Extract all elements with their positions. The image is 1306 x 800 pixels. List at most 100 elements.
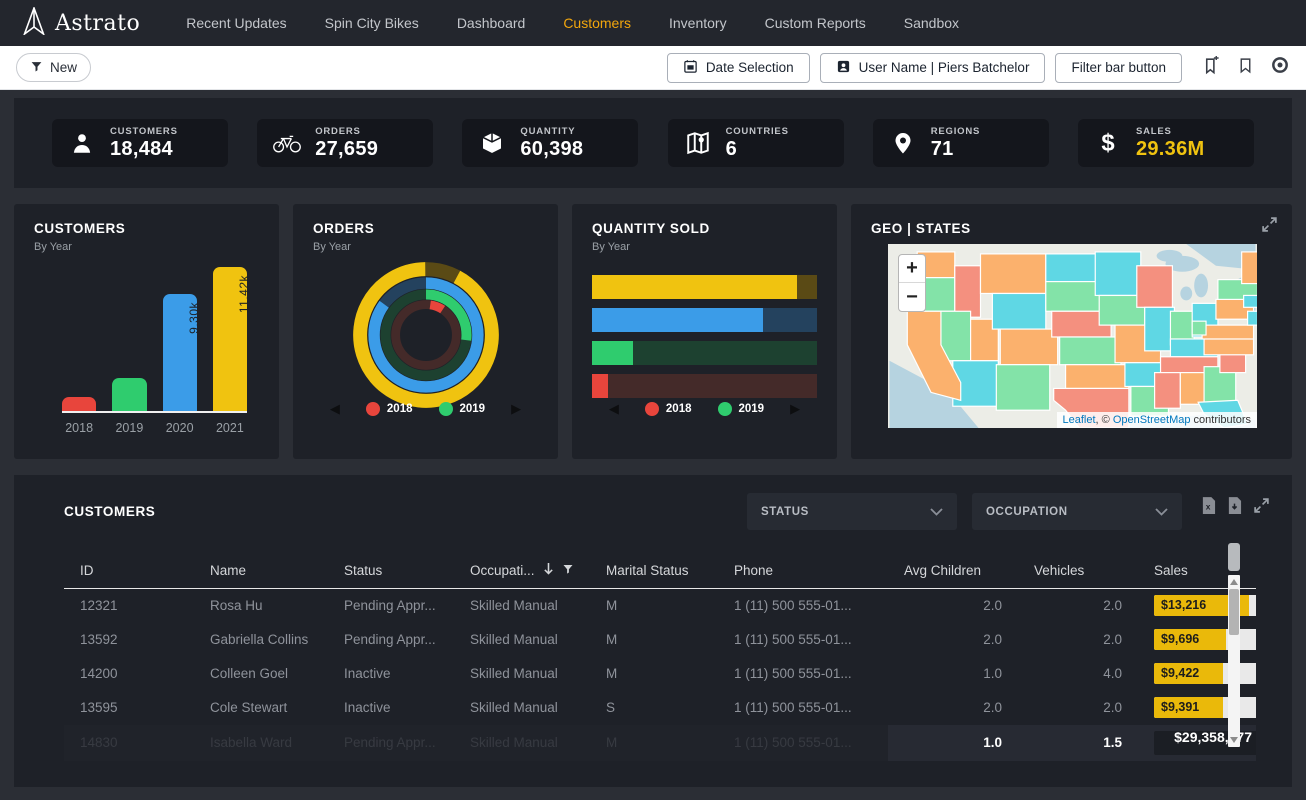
- nav-item-recent-updates[interactable]: Recent Updates: [186, 15, 286, 31]
- nav-item-custom-reports[interactable]: Custom Reports: [765, 15, 866, 31]
- new-filter-button[interactable]: New: [16, 53, 91, 82]
- filter-funnel-icon[interactable]: [562, 563, 574, 578]
- legend-item-2018[interactable]: 2018: [366, 402, 413, 416]
- scroll-down-arrow[interactable]: [1230, 737, 1238, 743]
- column-header-occupati-[interactable]: Occupati...: [454, 554, 590, 589]
- vertical-scrollbar[interactable]: [1228, 575, 1240, 747]
- leaflet-link[interactable]: Leaflet: [1063, 414, 1096, 426]
- legend-dot: [718, 402, 732, 416]
- qty-bar-fill-2019: [592, 341, 633, 365]
- nav-item-dashboard[interactable]: Dashboard: [457, 15, 526, 31]
- table-row[interactable]: 13592Gabriella CollinsPending Appr...Ski…: [64, 623, 1256, 657]
- kpi-label: QUANTITY: [520, 126, 583, 137]
- nav-item-spin-city-bikes[interactable]: Spin City Bikes: [325, 15, 419, 31]
- nav-item-customers[interactable]: Customers: [563, 15, 631, 31]
- legend-item-2019[interactable]: 2019: [718, 402, 765, 416]
- state-shape[interactable]: [1192, 321, 1206, 335]
- cell-vehicles: 2.0: [1018, 623, 1138, 657]
- state-shape[interactable]: [1095, 252, 1141, 296]
- date-selection-button[interactable]: Date Selection: [667, 53, 810, 83]
- legend-next-arrow[interactable]: ▶: [511, 401, 521, 417]
- nav-item-sandbox[interactable]: Sandbox: [904, 15, 959, 31]
- column-header-marital-status[interactable]: Marital Status: [590, 554, 718, 589]
- cell-occupation: Skilled Manual: [454, 589, 590, 623]
- kpi-card-orders: ORDERS27,659: [257, 119, 433, 167]
- kpi-label: ORDERS: [315, 126, 378, 137]
- state-shape[interactable]: [955, 266, 981, 317]
- legend-prev-arrow[interactable]: ◀: [330, 401, 340, 417]
- astrato-logo[interactable]: Astrato: [22, 7, 140, 40]
- top-nav: Astrato Recent Updates Spin City Bikes Das…: [0, 0, 1306, 46]
- status-dropdown[interactable]: STATUS: [747, 493, 957, 530]
- column-header-avg-children[interactable]: Avg Children: [888, 554, 1018, 589]
- expand-icon[interactable]: [1261, 216, 1278, 238]
- scrollbar-thumb[interactable]: [1229, 589, 1239, 635]
- occupation-dropdown[interactable]: OCCUPATION: [972, 493, 1182, 530]
- legend-item-2018[interactable]: 2018: [645, 402, 692, 416]
- eye-icon[interactable]: [1270, 55, 1290, 80]
- great-lake: [1194, 274, 1208, 298]
- bookmark-add-icon[interactable]: [1202, 56, 1221, 80]
- bookmark-icon[interactable]: [1237, 56, 1254, 80]
- chart-subtitle: By Year: [313, 241, 538, 253]
- column-header-vehicles[interactable]: Vehicles: [1018, 554, 1138, 589]
- cell-phone: 1 (11) 500 555-01...: [718, 589, 888, 623]
- x-tick-label: 2021: [213, 421, 247, 435]
- box-icon: [477, 130, 507, 156]
- nav-item-inventory[interactable]: Inventory: [669, 15, 727, 31]
- column-header-status[interactable]: Status: [328, 554, 454, 589]
- sales-value: $9,422: [1161, 663, 1199, 684]
- leaflet-map[interactable]: + − Leaflet, © OpenStreetMap contributor…: [888, 244, 1257, 428]
- state-shape[interactable]: [1046, 254, 1097, 282]
- zoom-in-button[interactable]: +: [899, 255, 925, 283]
- kpi-text: SALES29.36M: [1136, 126, 1205, 161]
- legend-next-arrow[interactable]: ▶: [790, 401, 800, 417]
- state-shape[interactable]: [1155, 373, 1181, 409]
- legend-dot: [645, 402, 659, 416]
- state-shape[interactable]: [1046, 282, 1101, 312]
- zoom-out-button[interactable]: −: [899, 283, 925, 311]
- state-shape[interactable]: [1066, 365, 1129, 389]
- kpi-band: CUSTOMERS18,484ORDERS27,659QUANTITY60,39…: [14, 98, 1292, 188]
- nav-items: Recent Updates Spin City Bikes Dashboard Cu…: [186, 15, 959, 31]
- column-header-id[interactable]: ID: [64, 554, 194, 589]
- state-shape[interactable]: [1060, 337, 1121, 365]
- user-name-button[interactable]: User Name | Piers Batchelor: [820, 53, 1046, 83]
- dollar-icon: $: [1093, 129, 1123, 157]
- state-shape[interactable]: [1242, 252, 1257, 284]
- state-shape[interactable]: [1180, 373, 1206, 405]
- column-header-content: Occupati...: [470, 562, 574, 578]
- state-shape[interactable]: [981, 254, 1046, 294]
- state-shape[interactable]: [992, 293, 1045, 329]
- cell-phone: 1 (11) 500 555-01...: [718, 691, 888, 725]
- cell-marital-status: M: [590, 589, 718, 623]
- customers-table-section: CUSTOMERS STATUS OCCUPATION x: [14, 475, 1292, 787]
- export-file-icon[interactable]: [1227, 497, 1242, 519]
- state-shape[interactable]: [996, 365, 1049, 411]
- sales-gauge: $9,696: [1154, 629, 1256, 650]
- export-excel-icon[interactable]: x: [1201, 497, 1216, 519]
- column-header-phone[interactable]: Phone: [718, 554, 888, 589]
- osm-link[interactable]: OpenStreetMap: [1113, 414, 1191, 426]
- map-zoom-control: + −: [898, 254, 926, 312]
- kpi-text: QUANTITY60,398: [520, 126, 583, 161]
- kpi-card-sales: $ SALES29.36M: [1078, 119, 1254, 167]
- expand-icon[interactable]: [1253, 497, 1270, 519]
- filter-bar-button[interactable]: Filter bar button: [1055, 53, 1182, 83]
- table-row[interactable]: 12321Rosa HuPending Appr...Skilled Manua…: [64, 589, 1256, 623]
- scroll-up-arrow[interactable]: [1230, 579, 1238, 585]
- column-header-name[interactable]: Name: [194, 554, 328, 589]
- table-row[interactable]: 14200Colleen GoelInactiveSkilled ManualM…: [64, 657, 1256, 691]
- state-shape[interactable]: [1248, 311, 1257, 325]
- legend-prev-arrow[interactable]: ◀: [609, 401, 619, 417]
- state-shape[interactable]: [1137, 266, 1173, 308]
- sort-desc-icon[interactable]: [543, 562, 554, 578]
- table-row[interactable]: 13595Cole StewartInactiveSkilled ManualS…: [64, 691, 1256, 725]
- state-shape[interactable]: [1000, 329, 1057, 365]
- state-shape[interactable]: [1220, 353, 1246, 373]
- state-shape[interactable]: [1202, 325, 1253, 339]
- state-shape[interactable]: [1244, 295, 1257, 307]
- legend-item-2019[interactable]: 2019: [439, 402, 486, 416]
- state-shape[interactable]: [1204, 339, 1253, 355]
- us-states-choropleth: [888, 244, 1257, 428]
